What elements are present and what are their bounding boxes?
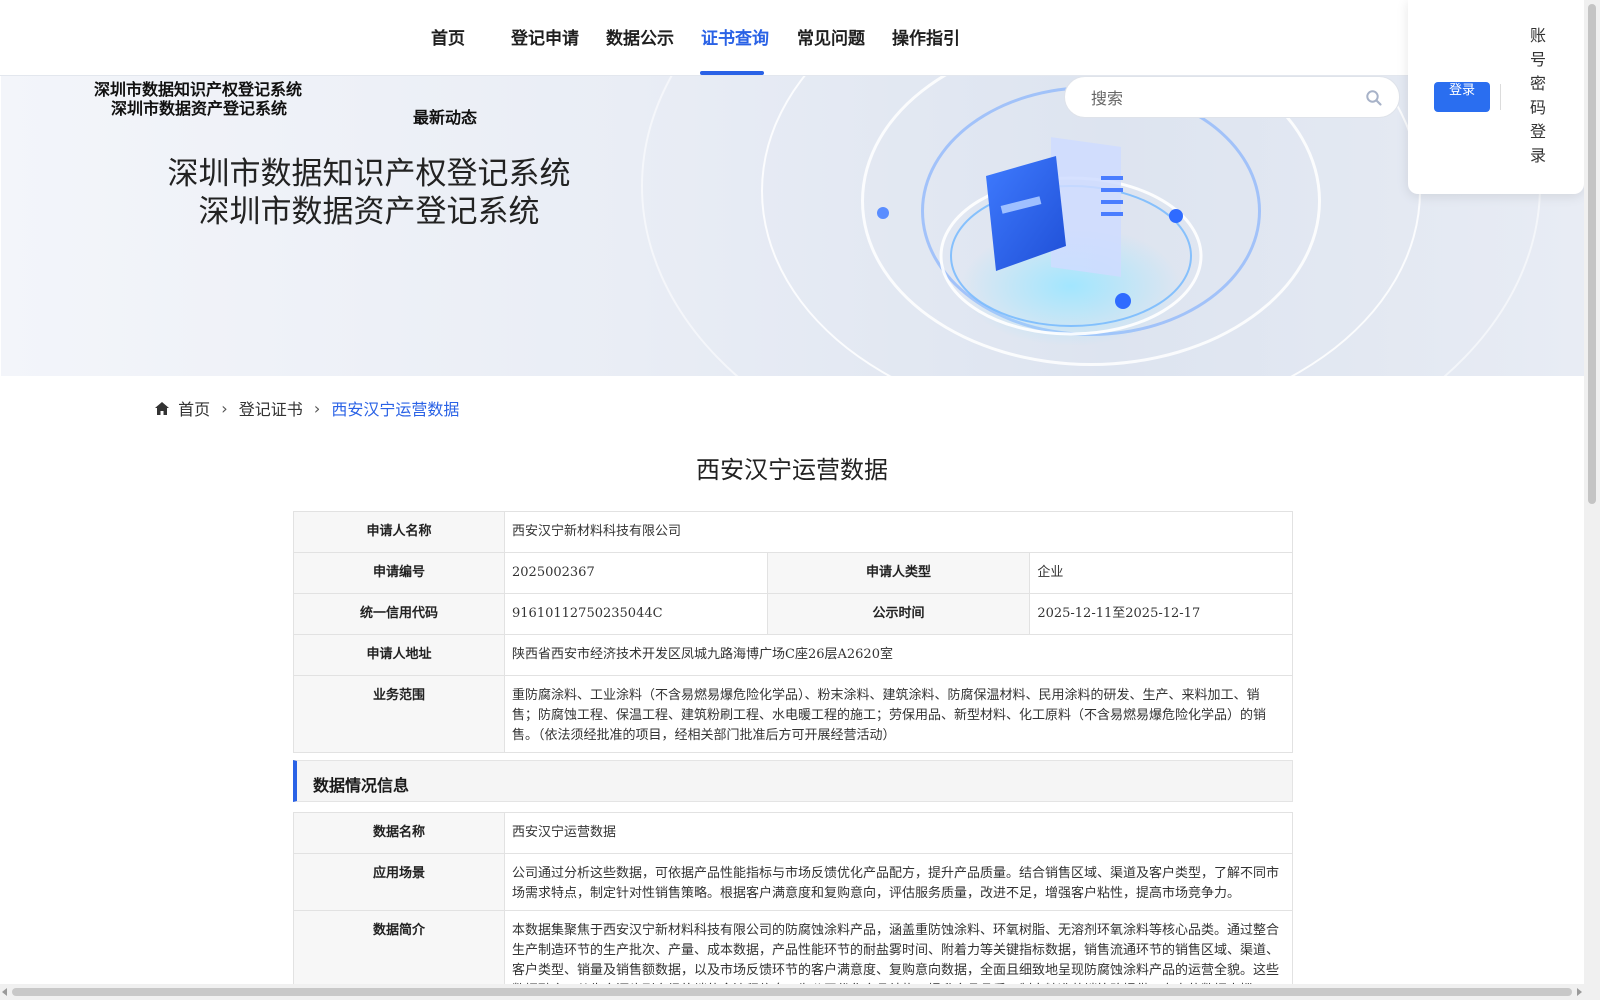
application-number-value: 2025002367 — [504, 552, 768, 594]
breadcrumb-home[interactable]: 首页 — [178, 400, 210, 419]
login-button[interactable]: 登录 — [1434, 82, 1490, 112]
nav-item-guide[interactable]: 操作指引 — [892, 24, 960, 49]
applicant-type-value: 企业 — [1029, 552, 1293, 594]
nav-item-register-apply[interactable]: 登记申请 — [511, 24, 579, 49]
banner-small-title-2: 深圳市数据资产登记系统 — [111, 99, 288, 118]
banner-main-title-2: 深圳市数据资产登记系统 — [198, 194, 540, 230]
chevron-right-icon: › — [221, 398, 228, 418]
top-navbar: 首页 登记申请 数据公示 证书查询 常见问题 操作指引 — [0, 0, 1584, 76]
search-input[interactable] — [1091, 87, 1351, 109]
applicant-name-value: 西安汉宁新材料科技有限公司 — [504, 511, 1293, 553]
data-name-value: 西安汉宁运营数据 — [504, 812, 1293, 854]
data-info-table: 数据名称 西安汉宁运营数据 应用场景 公司通过分析这些数据，可依据产品性能指标与… — [293, 812, 1293, 1000]
business-scope-label: 业务范围 — [293, 675, 505, 753]
credit-code-label: 统一信用代码 — [293, 593, 505, 635]
application-scene-label: 应用场景 — [293, 853, 505, 911]
application-number-label: 申请编号 — [293, 552, 505, 594]
home-icon — [155, 401, 169, 415]
nav-item-data-public[interactable]: 数据公示 — [606, 24, 674, 49]
applicant-address-value: 陕西省西安市经济技术开发区凤城九路海博广场C座26层A2620室 — [504, 634, 1293, 676]
applicant-address-label: 申请人地址 — [293, 634, 505, 676]
table-row: 业务范围 重防腐涂料、工业涂料（不含易燃易爆危险化学品）、粉末涂料、建筑涂料、防… — [293, 675, 1293, 753]
chevron-right-icon: › — [313, 398, 321, 418]
business-scope-value: 重防腐涂料、工业涂料（不含易燃易爆危险化学品）、粉末涂料、建筑涂料、防腐保温材料… — [504, 675, 1293, 753]
login-divider — [1500, 84, 1501, 110]
table-row: 申请人地址 陕西省西安市经济技术开发区凤城九路海博广场C座26层A2620室 — [293, 634, 1293, 676]
nav-item-faq[interactable]: 常见问题 — [797, 24, 865, 49]
latest-news-link[interactable]: 最新动态 — [413, 104, 477, 128]
breadcrumb-certificates[interactable]: 登记证书 — [239, 400, 303, 419]
scroll-left-arrow-icon[interactable] — [2, 988, 7, 996]
nav-active-indicator — [700, 71, 764, 75]
table-row: 数据名称 西安汉宁运营数据 — [293, 812, 1293, 854]
nav-item-certificate-query[interactable]: 证书查询 — [701, 24, 769, 49]
page-title: 西安汉宁运营数据 — [696, 456, 888, 484]
certificate-illustration-icon — [939, 137, 1203, 346]
data-name-label: 数据名称 — [293, 812, 505, 854]
table-row: 统一信用代码 91610112750235044C 公示时间 2025-12-1… — [293, 593, 1293, 635]
nav-item-home[interactable]: 首页 — [431, 24, 465, 49]
table-row: 应用场景 公司通过分析这些数据，可依据产品性能指标与市场反馈优化产品配方，提升产… — [293, 853, 1293, 911]
breadcrumb: 首页 › 登记证书 › 西安汉宁运营数据 — [155, 396, 459, 420]
vertical-scrollbar[interactable] — [1584, 0, 1600, 1000]
horizontal-scroll-thumb[interactable] — [12, 988, 1572, 996]
applicant-type-label: 申请人类型 — [766, 552, 1031, 594]
application-scene-value: 公司通过分析这些数据，可依据产品性能指标与市场反馈优化产品配方，提升产品质量。结… — [504, 853, 1293, 911]
login-panel: 登录 账号密码登录 — [1408, 0, 1584, 194]
banner-dot — [877, 207, 889, 219]
vertical-scroll-thumb[interactable] — [1588, 4, 1596, 504]
scroll-right-arrow-icon[interactable] — [1577, 988, 1582, 996]
password-login-link[interactable]: 账号密码登录 — [1528, 24, 1548, 168]
data-info-section-header: 数据情况信息 — [293, 760, 1293, 802]
horizontal-scrollbar[interactable] — [0, 984, 1584, 1000]
search-box — [1064, 76, 1400, 118]
applicant-name-label: 申请人名称 — [293, 511, 505, 553]
breadcrumb-current: 西安汉宁运营数据 — [331, 400, 460, 419]
hero-banner: 深圳市数据知识产权登记系统 深圳市数据资产登记系统 最新动态 深圳市数据知识产权… — [1, 76, 1584, 376]
public-time-label: 公示时间 — [766, 593, 1031, 635]
search-icon[interactable] — [1365, 89, 1383, 107]
table-row: 申请人名称 西安汉宁新材料科技有限公司 — [293, 511, 1293, 553]
credit-code-value: 91610112750235044C — [504, 593, 768, 635]
applicant-info-table: 申请人名称 西安汉宁新材料科技有限公司 申请编号 2025002367 申请人类… — [293, 511, 1293, 753]
public-time-value: 2025-12-11至2025-12-17 — [1029, 593, 1293, 635]
table-row: 申请编号 2025002367 申请人类型 企业 — [293, 552, 1293, 594]
